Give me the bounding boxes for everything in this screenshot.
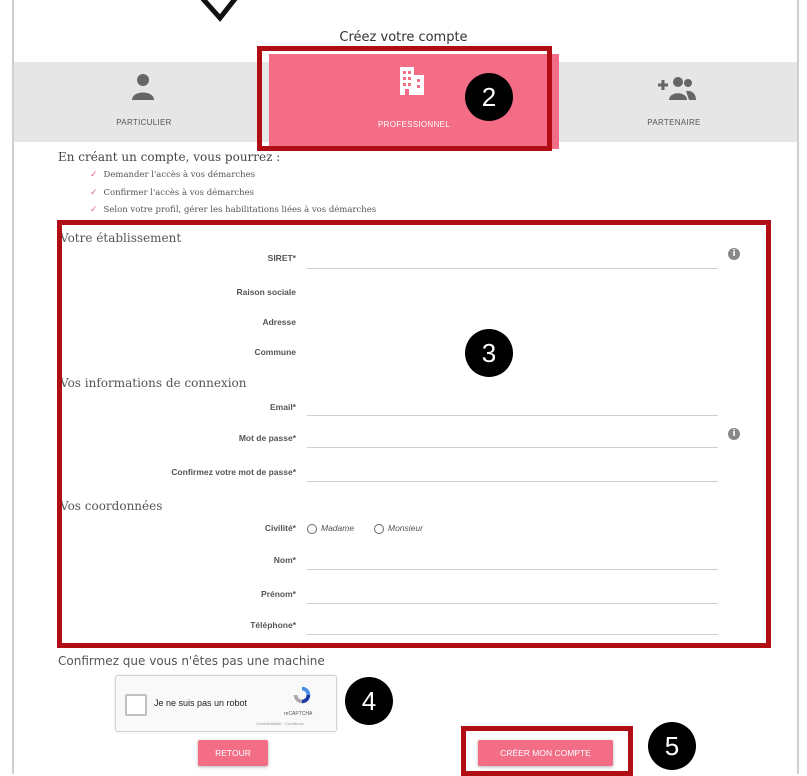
recaptcha-brand: reCAPTCHA [284,711,313,717]
tab-partenaire[interactable]: PARTENAIRE [604,62,744,142]
list-item: ✓ Selon votre profil, gérer les habilitat… [90,202,376,220]
captcha-prompt: Confirmez que vous n'êtes pas une machin… [58,654,325,668]
annotation-badge-2: 2 [465,73,513,121]
check-icon: ✓ [90,205,98,215]
annotation-badge-5: 5 [648,722,696,770]
person-icon [132,74,154,100]
annotation-badge-4: 4 [345,677,393,725]
tab-partenaire-label: PARTENAIRE [647,118,701,127]
annotation-badge-3: 3 [465,329,513,377]
benefit-text: Demander l'accès à vos démarches [103,170,256,180]
list-item: ✓ Confirmer l'accès à vos démarches [90,185,376,203]
benefits-list: ✓ Demander l'accès à vos démarches ✓ Confi… [90,167,376,220]
check-icon: ✓ [90,187,98,198]
recaptcha-logo-icon [293,686,311,704]
intro-text: En créant un compte, vous pourrez : [58,150,281,164]
recaptcha-widget: Je ne suis pas un robot reCAPTCHA Confid… [115,675,337,732]
tab-particulier[interactable]: PARTICULIER [74,62,214,142]
tab-particulier-label: PARTICULIER [116,118,172,127]
page-title: Créez votre compte [339,30,468,45]
benefit-text: Confirmer l'accès à vos démarches [103,187,255,198]
recaptcha-terms[interactable]: Confidentialité - Conditions [256,721,304,726]
highlight-box-5 [461,726,633,776]
benefit-text: Selon votre profil, gérer les habilitati… [103,205,377,215]
check-icon: ✓ [90,170,98,180]
recaptcha-label: Je ne suis pas un robot [154,698,248,708]
arrow-pointer-icon [200,0,238,22]
add-partner-icon [658,77,696,100]
recaptcha-checkbox[interactable] [125,694,147,716]
back-button[interactable]: RETOUR [198,740,268,766]
highlight-box-3 [57,220,771,648]
list-item: ✓ Demander l'accès à vos démarches [90,167,376,185]
